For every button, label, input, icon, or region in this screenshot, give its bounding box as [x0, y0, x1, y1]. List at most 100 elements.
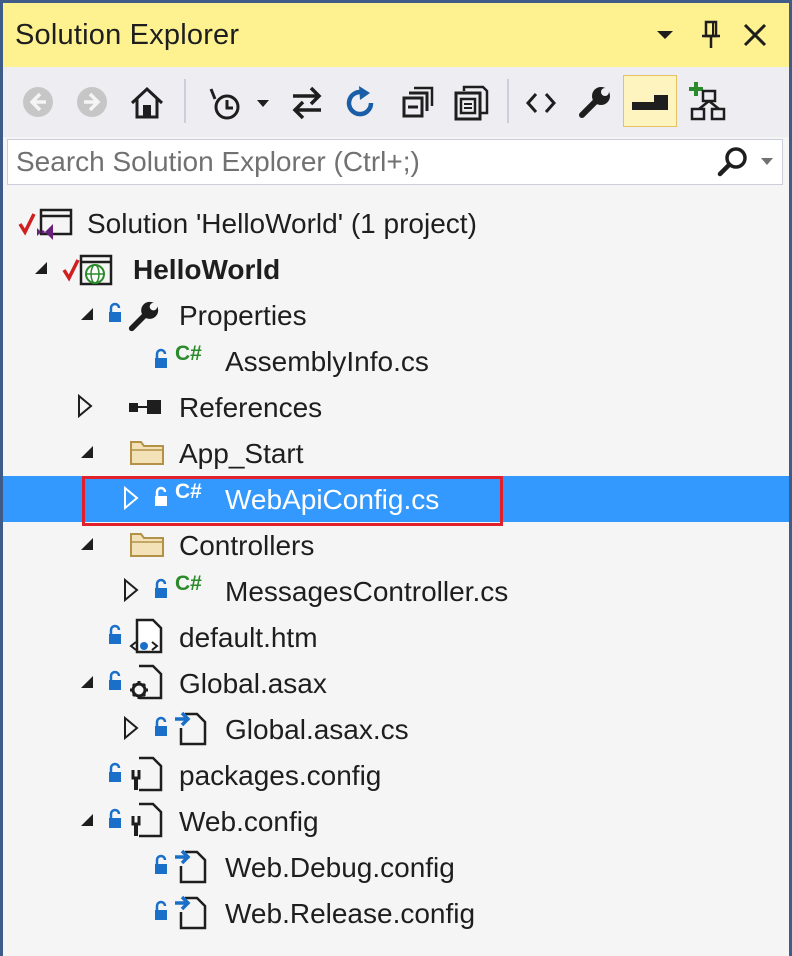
view-class-diagram-icon — [689, 82, 726, 121]
pending-changes-filter-button[interactable] — [199, 75, 275, 127]
tree-item-properties[interactable]: Properties — [3, 292, 789, 338]
properties-icon — [579, 87, 610, 118]
tree-item-packages-config[interactable]: packages.config — [3, 752, 789, 798]
lock-icon — [155, 900, 167, 920]
wrench-icon — [128, 301, 159, 332]
chevron-down-icon — [657, 31, 673, 39]
properties-button[interactable] — [571, 75, 619, 127]
window-position-dropdown-button[interactable] — [647, 17, 683, 53]
folder-icon — [130, 533, 164, 557]
panel-title: Solution Explorer — [15, 19, 240, 51]
tree-item-project[interactable]: HelloWorld — [3, 246, 789, 292]
tree-item-label: default.htm — [179, 622, 318, 653]
expanded-arrow-icon[interactable] — [77, 304, 97, 324]
csharp-file-icon: C# — [175, 342, 202, 365]
tree-item-label: Global.asax.cs — [225, 714, 409, 745]
view-code-button[interactable] — [517, 75, 565, 127]
config-file-icon — [131, 802, 163, 838]
expanded-arrow-icon[interactable] — [77, 534, 97, 554]
tree-item-label: Web.config — [179, 806, 319, 837]
tree-item-web-debug-config[interactable]: Web.Debug.config — [3, 844, 789, 890]
preview-selected-items-icon — [632, 95, 668, 110]
solution-tree: Solution 'HelloWorld' (1 project) HelloW… — [3, 200, 789, 936]
tree-item-label: App_Start — [179, 438, 304, 469]
lock-icon — [155, 716, 167, 736]
pin-button[interactable] — [693, 17, 729, 53]
tree-item-assembly-info[interactable]: C# AssemblyInfo.cs — [3, 338, 789, 384]
solution-explorer-panel: Solution Explorer Search Solution Explor… — [3, 3, 789, 956]
config-file-icon — [131, 756, 163, 792]
tree-item-label: Web.Release.config — [225, 898, 476, 929]
expanded-arrow-icon[interactable] — [77, 810, 97, 830]
expanded-arrow-icon[interactable] — [31, 258, 51, 278]
refresh-icon — [346, 86, 374, 117]
refresh-button[interactable] — [337, 75, 385, 127]
references-icon — [129, 400, 161, 414]
lock-icon — [155, 486, 167, 506]
lock-icon — [109, 624, 121, 644]
visual-studio-solution-icon — [18, 208, 73, 240]
pin-icon — [702, 20, 720, 48]
lock-icon — [109, 302, 121, 322]
home-button[interactable] — [123, 75, 171, 127]
tree-item-global-asax-cs[interactable]: Global.asax.cs — [3, 706, 789, 752]
close-icon — [743, 23, 767, 47]
tree-item-label: Solution 'HelloWorld' (1 project) — [87, 208, 477, 239]
show-all-files-icon — [454, 85, 489, 121]
tree-item-webapi-config[interactable]: C# WebApiConfig.cs — [3, 476, 789, 522]
tree-item-label: Controllers — [179, 530, 315, 561]
lock-icon — [155, 854, 167, 874]
collapsed-arrow-icon[interactable] — [75, 394, 95, 418]
transform-file-icon — [175, 895, 207, 930]
web-project-icon — [62, 254, 113, 286]
tree-item-messages-controller[interactable]: C# MessagesController.cs — [3, 568, 789, 614]
tree-item-solution[interactable]: Solution 'HelloWorld' (1 project) — [3, 200, 789, 246]
folder-icon — [130, 441, 164, 465]
expanded-arrow-icon[interactable] — [77, 672, 97, 692]
tree-item-web-config[interactable]: Web.config — [3, 798, 789, 844]
tree-item-app-start[interactable]: App_Start — [3, 430, 789, 476]
search-icon[interactable] — [716, 144, 752, 180]
lock-icon — [109, 808, 121, 828]
tree-item-label: HelloWorld — [133, 254, 281, 285]
tree-item-label: AssemblyInfo.cs — [225, 346, 429, 377]
collapsed-arrow-icon[interactable] — [121, 578, 141, 602]
back-button[interactable] — [15, 75, 63, 127]
lock-icon — [155, 578, 167, 598]
code-behind-file-icon — [175, 711, 207, 746]
collapsed-arrow-icon[interactable] — [121, 716, 141, 740]
toolbar-separator — [184, 79, 186, 123]
close-button[interactable] — [737, 17, 773, 53]
html-file-icon — [129, 618, 163, 654]
preview-selected-items-button[interactable] — [623, 75, 677, 127]
search-box — [7, 139, 783, 185]
tree-item-default-htm[interactable]: default.htm — [3, 614, 789, 660]
forward-button[interactable] — [69, 75, 117, 127]
lock-icon — [155, 348, 167, 368]
collapse-all-button[interactable] — [393, 75, 441, 127]
tree-item-label: Web.Debug.config — [225, 852, 455, 883]
expanded-arrow-icon[interactable] — [77, 442, 97, 462]
global-asax-gear-file-icon — [130, 664, 163, 700]
view-class-diagram-button[interactable] — [681, 75, 729, 127]
pending-changes-filter-icon — [209, 88, 269, 120]
tree-item-label: Global.asax — [179, 668, 327, 699]
collapsed-arrow-icon[interactable] — [121, 486, 141, 510]
tree-item-web-release-config[interactable]: Web.Release.config — [3, 890, 789, 936]
sync-with-active-document-button[interactable] — [283, 75, 331, 127]
forward-icon — [77, 87, 107, 117]
view-code-icon — [525, 93, 557, 113]
collapse-all-icon — [402, 86, 434, 118]
lock-icon — [109, 762, 121, 782]
search-options-dropdown-icon[interactable] — [760, 156, 774, 168]
csharp-file-icon: C# — [175, 572, 202, 595]
show-all-files-button[interactable] — [447, 75, 495, 127]
toolbar — [3, 67, 789, 137]
tree-item-global-asax[interactable]: Global.asax — [3, 660, 789, 706]
lock-icon — [109, 670, 121, 690]
search-input[interactable] — [16, 146, 696, 178]
tree-item-references[interactable]: References — [3, 384, 789, 430]
tree-item-label: packages.config — [179, 760, 382, 791]
toolbar-separator — [507, 79, 509, 123]
tree-item-controllers[interactable]: Controllers — [3, 522, 789, 568]
